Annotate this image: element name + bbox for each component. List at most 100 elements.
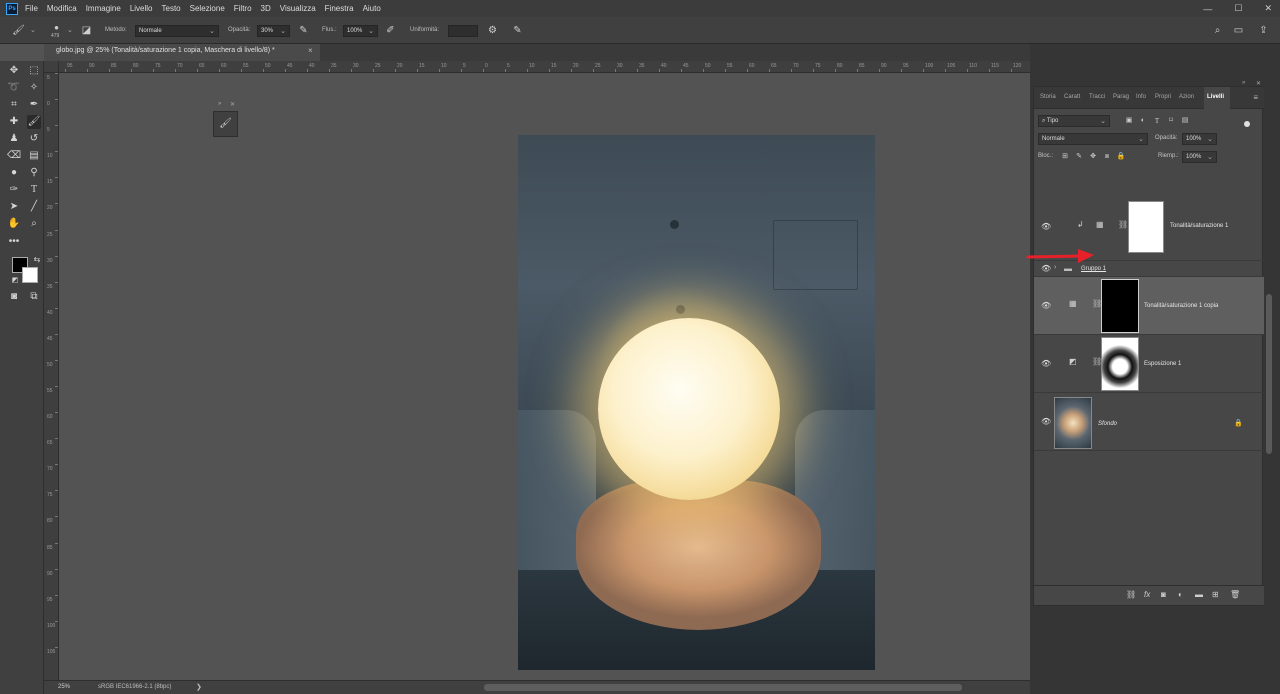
visibility-eye-icon[interactable]: 👁 bbox=[1041, 417, 1051, 426]
tab-tracci[interactable]: Tracci bbox=[1089, 94, 1105, 100]
brush-tool-preset-icon[interactable]: 🖌 bbox=[12, 24, 25, 37]
horizontal-scrollbar[interactable] bbox=[484, 684, 962, 691]
eraser-tool-icon[interactable]: ⌫ bbox=[7, 149, 21, 163]
layer-row[interactable]: 👁 Sfondo 🔒 bbox=[1034, 393, 1264, 451]
move-tool-icon[interactable]: ✥ bbox=[7, 64, 21, 78]
zoom-tool-icon[interactable]: ⌕ bbox=[27, 217, 41, 231]
mode-select[interactable]: Normale ⌄ bbox=[135, 25, 219, 37]
menu-testo[interactable]: Testo bbox=[162, 4, 181, 13]
lock-icon[interactable]: 🔒 bbox=[1234, 419, 1243, 427]
floating-panel-header[interactable]: » ✕ bbox=[213, 101, 238, 110]
visibility-eye-icon[interactable]: 👁 bbox=[1041, 264, 1051, 273]
tab-info[interactable]: Info bbox=[1136, 94, 1146, 100]
fx-icon[interactable]: fx bbox=[1144, 590, 1150, 599]
visibility-eye-icon[interactable]: 👁 bbox=[1041, 359, 1051, 368]
lock-pixels-icon[interactable]: ✎ bbox=[1074, 152, 1084, 162]
screen-mode-icon[interactable]: ⧉ bbox=[27, 290, 41, 304]
new-layer-icon[interactable]: ⊞ bbox=[1212, 590, 1219, 599]
lock-artboard-icon[interactable]: ⧈ bbox=[1102, 152, 1112, 162]
layer-image-thumbnail[interactable] bbox=[1054, 397, 1092, 449]
brush-settings-icon[interactable]: ◪ bbox=[80, 24, 93, 37]
pressure-opacity-icon[interactable]: ✎ bbox=[297, 24, 310, 37]
layer-name[interactable]: Sfondo bbox=[1098, 421, 1117, 427]
layer-name[interactable]: Tonalità/saturazione 1 bbox=[1170, 223, 1228, 229]
fill-input[interactable]: 100% ⌄ bbox=[1182, 151, 1217, 163]
gear-icon[interactable]: ⚙ bbox=[486, 24, 499, 37]
dodge-tool-icon[interactable]: ⚲ bbox=[27, 166, 41, 180]
tab-storia[interactable]: Storia bbox=[1040, 94, 1056, 100]
swap-colors-icon[interactable]: ⇆ bbox=[30, 253, 44, 267]
mask-link-icon[interactable]: ⛓ bbox=[1118, 220, 1128, 229]
flow-input[interactable]: 100% ⌄ bbox=[343, 25, 378, 37]
menu-modifica[interactable]: Modifica bbox=[47, 4, 77, 13]
lock-all-icon[interactable]: 🔒 bbox=[1116, 152, 1126, 162]
tab-azion[interactable]: Azion bbox=[1179, 94, 1194, 100]
filter-type-select[interactable]: ⌕ Tipo ⌄ bbox=[1038, 115, 1110, 127]
hue-saturation-adjustment-icon[interactable]: ▦ bbox=[1096, 220, 1104, 229]
tab-caratt[interactable]: Caratt bbox=[1064, 94, 1080, 100]
more-tools-icon[interactable]: ••• bbox=[7, 235, 21, 249]
quick-select-tool-icon[interactable]: ✧ bbox=[27, 81, 41, 95]
search-icon[interactable]: ⌕ bbox=[1211, 24, 1224, 37]
filter-smart-object-icon[interactable]: ▤ bbox=[1180, 116, 1190, 126]
history-brush-tool-icon[interactable]: ↺ bbox=[27, 132, 41, 146]
horizontal-ruler[interactable]: 95 90 85 80 75 70 65 60 55 50 45 40 35 30 25 20 15 10 5 0 5 1… bbox=[59, 61, 1030, 73]
quick-mask-icon[interactable]: ◙ bbox=[7, 290, 21, 304]
brush-picker-chevron-icon[interactable]: ⌄ bbox=[67, 26, 73, 34]
layer-opacity-input[interactable]: 100% ⌄ bbox=[1182, 133, 1217, 145]
airbrush-icon[interactable]: ✐ bbox=[384, 24, 397, 37]
add-mask-icon[interactable]: ◙ bbox=[1161, 590, 1166, 599]
group-name[interactable]: Gruppo 1 bbox=[1081, 266, 1106, 272]
vertical-ruler[interactable]: 5 0 5 10 15 20 25 30 35 40 45 50 55 60 65 70 75 80 85 90 95 1… bbox=[44, 73, 59, 680]
healing-brush-tool-icon[interactable]: ✚ bbox=[7, 115, 21, 129]
zoom-level[interactable]: 25% bbox=[58, 684, 70, 690]
eyedropper-tool-icon[interactable]: ✒ bbox=[27, 98, 41, 112]
filter-adjustment-icon[interactable]: ◐ bbox=[1138, 116, 1148, 126]
default-colors-icon[interactable]: ◩ bbox=[8, 274, 22, 288]
menu-selezione[interactable]: Selezione bbox=[190, 4, 225, 13]
layer-row-selected[interactable]: 👁 ▦ ⛓ Tonalità/saturazione 1 copia bbox=[1034, 277, 1264, 335]
menu-aiuto[interactable]: Aiuto bbox=[363, 4, 381, 13]
exposure-adjustment-icon[interactable]: ◩ bbox=[1069, 357, 1077, 366]
smoothing-input[interactable] bbox=[448, 25, 478, 37]
layer-mask-thumbnail[interactable] bbox=[1101, 337, 1139, 391]
tool-preset-chevron-icon[interactable]: ⌄ bbox=[30, 26, 36, 34]
lock-transparency-icon[interactable]: ⊞ bbox=[1060, 152, 1070, 162]
lock-position-icon[interactable]: ✥ bbox=[1088, 152, 1098, 162]
workspace-icon[interactable]: ▭ bbox=[1232, 24, 1245, 37]
link-layers-icon[interactable]: ⛓ bbox=[1126, 590, 1136, 599]
pressure-size-icon[interactable]: ✎ bbox=[511, 24, 524, 37]
hand-tool-icon[interactable]: ✋ bbox=[7, 217, 21, 231]
crop-tool-icon[interactable]: ⌗ bbox=[7, 98, 21, 112]
new-group-icon[interactable]: ▬ bbox=[1195, 590, 1203, 599]
blur-tool-icon[interactable]: ● bbox=[7, 166, 21, 180]
marquee-tool-icon[interactable]: ⬚ bbox=[27, 64, 41, 78]
layer-mask-thumbnail[interactable] bbox=[1128, 201, 1164, 253]
menu-file[interactable]: File bbox=[25, 4, 38, 13]
gradient-tool-icon[interactable]: ▤ bbox=[27, 149, 41, 163]
tab-livelli[interactable]: Livelli bbox=[1207, 94, 1224, 100]
visibility-eye-icon[interactable]: 👁 bbox=[1041, 301, 1051, 310]
filter-pixel-icon[interactable]: ▣ bbox=[1124, 116, 1134, 126]
menu-visualizza[interactable]: Visualizza bbox=[280, 4, 316, 13]
share-icon[interactable]: ⇪ bbox=[1257, 24, 1270, 37]
filter-type-icon[interactable]: T bbox=[1152, 116, 1162, 126]
type-tool-icon[interactable]: T bbox=[27, 183, 41, 197]
document-image[interactable] bbox=[518, 135, 875, 670]
trash-icon[interactable]: 🗑 bbox=[1230, 590, 1240, 599]
status-menu-arrow-icon[interactable]: ❯ bbox=[196, 683, 202, 691]
chevron-right-icon[interactable]: › bbox=[1054, 264, 1056, 271]
layer-row[interactable]: 👁 ◩ ⛓ Esposizione 1 bbox=[1034, 335, 1264, 393]
tab-parag[interactable]: Parag bbox=[1113, 94, 1129, 100]
line-tool-icon[interactable]: ╱ bbox=[27, 200, 41, 214]
blend-mode-select[interactable]: Normale ⌄ bbox=[1038, 133, 1148, 145]
visibility-eye-icon[interactable]: 👁 bbox=[1041, 222, 1051, 231]
close-icon[interactable]: ✕ bbox=[230, 101, 235, 108]
canvas-area[interactable] bbox=[59, 73, 1030, 680]
menu-immagine[interactable]: Immagine bbox=[86, 4, 121, 13]
background-color-swatch[interactable] bbox=[22, 267, 38, 283]
maximize-icon[interactable]: ☐ bbox=[1234, 3, 1242, 14]
layer-mask-thumbnail-black[interactable] bbox=[1101, 279, 1139, 333]
new-adjustment-icon[interactable]: ◐ bbox=[1178, 590, 1183, 599]
menu-livello[interactable]: Livello bbox=[130, 4, 153, 13]
